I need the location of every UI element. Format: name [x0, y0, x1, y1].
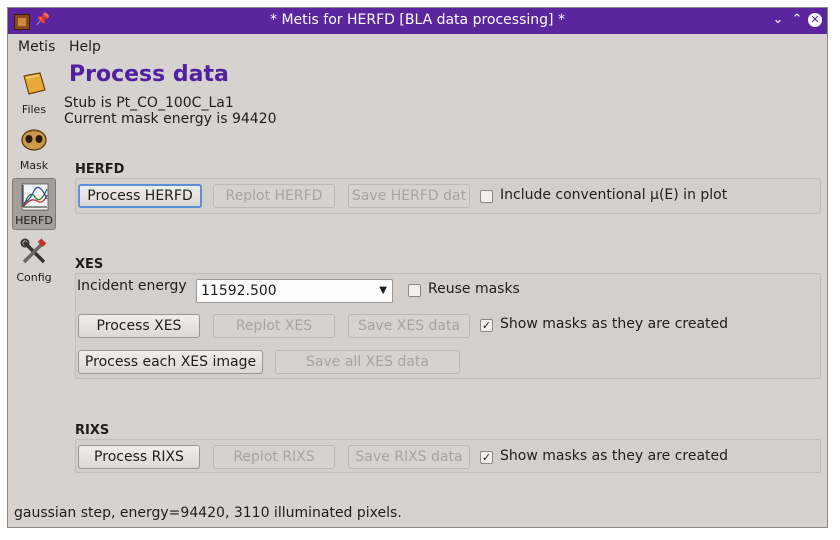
sidebar-item-label: Config	[16, 271, 52, 284]
incident-energy-label: Incident energy	[77, 278, 187, 294]
stub-info: Stub is Pt_CO_100C_La1	[64, 95, 234, 111]
include-conventional-label: Include conventional μ(E) in plot	[500, 187, 728, 203]
rixs-section-title: RIXS	[75, 423, 110, 438]
minimize-icon[interactable]: ⌄	[769, 11, 787, 29]
sidebar-item-config[interactable]: Config	[12, 234, 56, 286]
sidebar-item-label: Files	[21, 103, 47, 116]
show-masks-rixs-label: Show masks as they are created	[500, 448, 729, 464]
process-herfd-button[interactable]: Process HERFD	[78, 184, 202, 208]
process-rixs-button[interactable]: Process RIXS	[78, 445, 200, 469]
incident-energy-value: 11592.500	[201, 283, 277, 299]
title-bar: 📌 * Metis for HERFD [BLA data processing…	[8, 8, 827, 34]
process-each-xes-button[interactable]: Process each XES image	[78, 350, 263, 374]
mask-icon	[21, 129, 47, 151]
maximize-icon[interactable]: ⌃	[788, 11, 806, 29]
tools-icon	[20, 238, 47, 264]
menu-metis[interactable]: Metis	[18, 39, 55, 55]
sidebar-item-label: HERFD	[15, 214, 53, 227]
include-conventional-checkbox[interactable]	[480, 190, 493, 203]
process-xes-button[interactable]: Process XES	[78, 314, 200, 338]
sidebar-item-files[interactable]: Files	[12, 66, 56, 118]
herfd-section-title: HERFD	[75, 162, 125, 177]
xes-section-title: XES	[75, 257, 104, 272]
save-all-xes-button[interactable]: Save all XES data	[275, 350, 460, 374]
close-icon[interactable]: ✕	[808, 13, 822, 27]
incident-energy-select[interactable]: 11592.500 ▼	[196, 279, 393, 303]
show-masks-rixs-checkbox[interactable]: ✓	[480, 451, 493, 464]
sidebar-item-mask[interactable]: Mask	[12, 122, 56, 174]
replot-herfd-button[interactable]: Replot HERFD	[213, 184, 335, 208]
show-masks-xes-checkbox[interactable]: ✓	[480, 319, 493, 332]
save-rixs-button[interactable]: Save RIXS data	[348, 445, 470, 469]
page-title: Process data	[69, 62, 229, 87]
menu-help[interactable]: Help	[69, 39, 101, 55]
xes-group: Incident energy 11592.500 ▼ Reuse masks …	[75, 273, 821, 379]
sidebar-item-label: Mask	[19, 159, 49, 172]
menu-bar: Metis Help	[8, 36, 827, 58]
save-xes-button[interactable]: Save XES data	[348, 314, 470, 338]
window-title: * Metis for HERFD [BLA data processing] …	[270, 12, 565, 28]
folder-icon	[23, 72, 46, 95]
herfd-group: Process HERFD Replot HERFD Save HERFD da…	[75, 178, 821, 214]
replot-xes-button[interactable]: Replot XES	[213, 314, 335, 338]
rixs-group: Process RIXS Replot RIXS Save RIXS data …	[75, 439, 821, 473]
chart-icon	[21, 183, 49, 211]
reuse-masks-label: Reuse masks	[428, 281, 520, 297]
chevron-down-icon: ▼	[379, 285, 387, 296]
mask-energy-info: Current mask energy is 94420	[64, 111, 277, 127]
reuse-masks-checkbox[interactable]	[408, 284, 421, 297]
replot-rixs-button[interactable]: Replot RIXS	[213, 445, 335, 469]
app-window: 📌 * Metis for HERFD [BLA data processing…	[7, 7, 828, 528]
save-herfd-button[interactable]: Save HERFD dat	[348, 184, 470, 208]
status-bar: gaussian step, energy=94420, 3110 illumi…	[14, 505, 402, 521]
show-masks-xes-label: Show masks as they are created	[500, 316, 729, 332]
sidebar-item-herfd[interactable]: HERFD	[12, 178, 56, 230]
